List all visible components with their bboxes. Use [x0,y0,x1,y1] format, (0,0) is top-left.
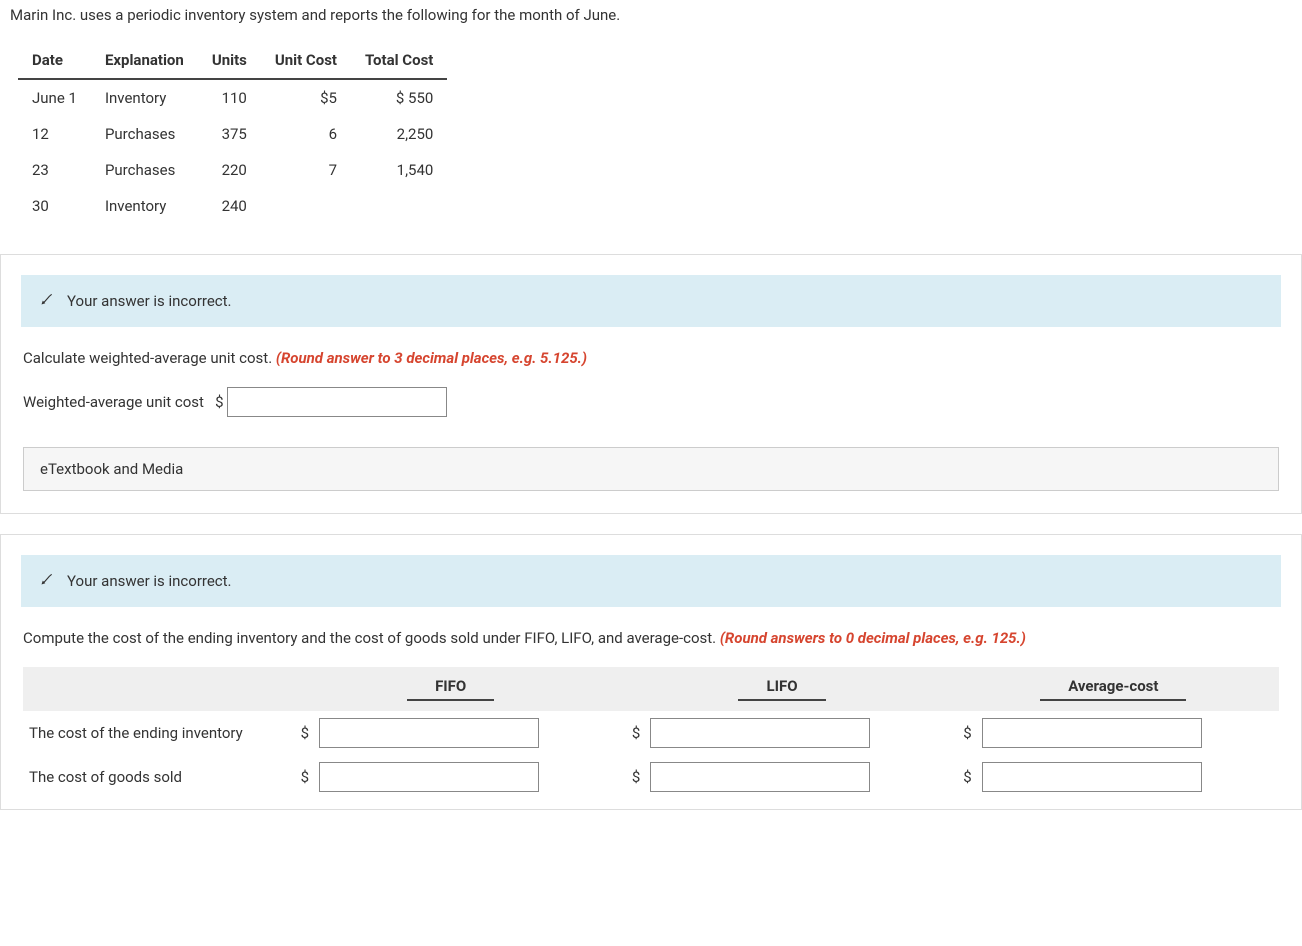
instruction-plain: Compute the cost of the ending inventory… [23,629,720,647]
cell-date: 12 [18,116,91,152]
instruction-text: Calculate weighted-average unit cost. (R… [23,349,1279,367]
weighted-avg-input-row: Weighted-average unit cost $ [23,387,1279,417]
question-panel-weighted-avg: Your answer is incorrect. Calculate weig… [0,254,1302,514]
cell-unit-cost: 7 [261,152,351,188]
problem-statement: Marin Inc. uses a periodic inventory sys… [0,0,1302,254]
cell-explanation: Purchases [91,116,198,152]
currency-symbol: $ [616,711,644,755]
col-lifo: LIFO [616,667,947,711]
table-row: June 1 Inventory 110 $5 $ 550 [18,79,447,116]
instruction-hint: (Round answer to 3 decimal places, e.g. … [276,349,587,367]
ending-inv-lifo-input[interactable] [650,718,870,748]
alert-text: Your answer is incorrect. [67,292,232,310]
dismiss-icon[interactable] [39,571,55,591]
table-row: 12 Purchases 375 6 2,250 [18,116,447,152]
incorrect-alert: Your answer is incorrect. [21,275,1281,327]
currency-symbol: $ [285,755,313,799]
col-units: Units [198,42,261,79]
answer-table: FIFO LIFO Average-cost The cost of the e… [23,667,1279,799]
col-unit-cost: Unit Cost [261,42,351,79]
cell-units: 375 [198,116,261,152]
dismiss-icon[interactable] [39,291,55,311]
ending-inv-avg-input[interactable] [982,718,1202,748]
cell-explanation: Purchases [91,152,198,188]
col-total-cost: Total Cost [351,42,447,79]
instruction-hint: (Round answers to 0 decimal places, e.g.… [720,629,1026,647]
blank-header [23,667,285,711]
cell-date: 23 [18,152,91,188]
currency-symbol: $ [215,393,223,411]
cell-explanation: Inventory [91,79,198,116]
cell-unit-cost [261,188,351,224]
col-explanation: Explanation [91,42,198,79]
col-date: Date [18,42,91,79]
cell-total-cost: $ 550 [351,79,447,116]
cell-units: 240 [198,188,261,224]
cell-total-cost [351,188,447,224]
cogs-avg-input[interactable] [982,762,1202,792]
cell-total-cost: 1,540 [351,152,447,188]
cell-units: 220 [198,152,261,188]
cell-units: 110 [198,79,261,116]
col-avg: Average-cost [948,667,1279,711]
row-cogs: The cost of goods sold $ $ $ [23,755,1279,799]
cell-date: 30 [18,188,91,224]
cell-explanation: Inventory [91,188,198,224]
cogs-lifo-input[interactable] [650,762,870,792]
row-label-ending-inv: The cost of the ending inventory [23,711,285,755]
cell-unit-cost: 6 [261,116,351,152]
currency-symbol: $ [948,755,976,799]
table-row: 23 Purchases 220 7 1,540 [18,152,447,188]
alert-text: Your answer is incorrect. [67,572,232,590]
table-row: 30 Inventory 240 [18,188,447,224]
inventory-data-table: Date Explanation Units Unit Cost Total C… [18,42,447,224]
cogs-fifo-input[interactable] [319,762,539,792]
currency-symbol: $ [285,711,313,755]
currency-symbol: $ [616,755,644,799]
etextbook-label: eTextbook and Media [40,460,183,478]
incorrect-alert: Your answer is incorrect. [21,555,1281,607]
instruction-plain: Calculate weighted-average unit cost. [23,349,276,367]
intro-text: Marin Inc. uses a periodic inventory sys… [10,0,1292,42]
row-label-cogs: The cost of goods sold [23,755,285,799]
weighted-avg-input[interactable] [227,387,447,417]
cell-total-cost: 2,250 [351,116,447,152]
cell-unit-cost: $5 [261,79,351,116]
etextbook-media-button[interactable]: eTextbook and Media [23,447,1279,491]
table-header-row: Date Explanation Units Unit Cost Total C… [18,42,447,79]
ending-inv-fifo-input[interactable] [319,718,539,748]
question-panel-fifo-lifo: Your answer is incorrect. Compute the co… [0,534,1302,810]
answer-header-row: FIFO LIFO Average-cost [23,667,1279,711]
instruction-text: Compute the cost of the ending inventory… [23,629,1279,647]
cell-date: June 1 [18,79,91,116]
weighted-avg-label: Weighted-average unit cost [23,393,204,411]
col-fifo: FIFO [285,667,616,711]
row-ending-inventory: The cost of the ending inventory $ $ $ [23,711,1279,755]
currency-symbol: $ [948,711,976,755]
